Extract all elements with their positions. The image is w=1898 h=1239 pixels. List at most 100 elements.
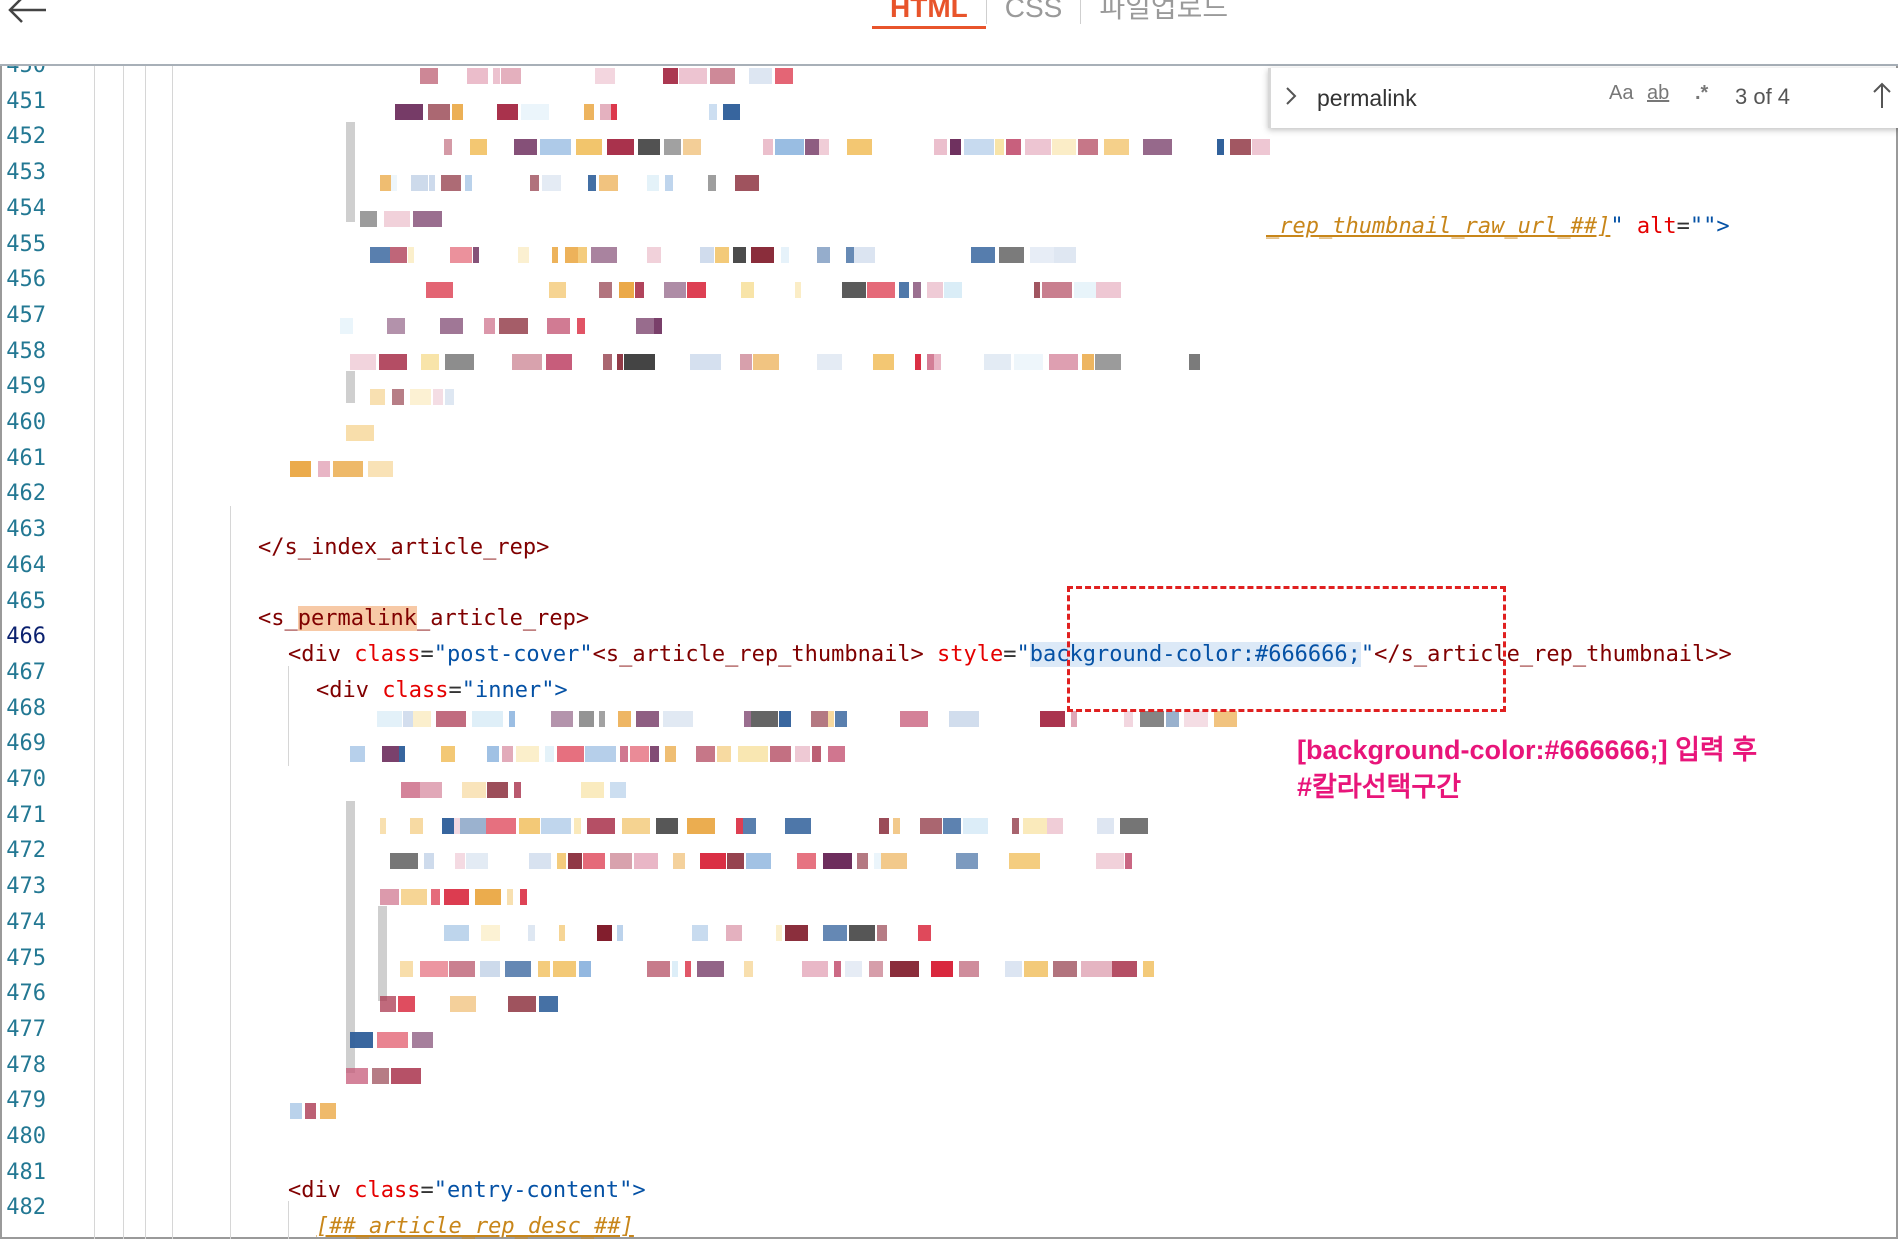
line-number: 466 xyxy=(6,624,46,650)
obscured-code-pixel xyxy=(835,710,847,727)
code-line-463: </s_index_article_rep> xyxy=(258,530,549,566)
obscured-code-pixel xyxy=(512,353,542,370)
obscured-code-pixel xyxy=(350,1031,373,1048)
obscured-code-pixel xyxy=(584,103,594,120)
line-number: 478 xyxy=(6,1052,46,1078)
tag-prefix: <s_ xyxy=(258,606,298,631)
obscured-code-pixel xyxy=(1053,960,1077,977)
obscured-code-pixel xyxy=(583,853,605,870)
arrow-up-icon[interactable] xyxy=(1871,80,1893,110)
obscured-code-pixel xyxy=(867,282,895,299)
obscured-code-pixel xyxy=(507,889,513,906)
obscured-code-pixel xyxy=(927,282,943,299)
obscured-code-pixel xyxy=(672,960,678,977)
tab-html[interactable]: HTML xyxy=(872,0,986,29)
obscured-code-pixel xyxy=(484,317,495,334)
obscured-code-pixel xyxy=(775,68,793,84)
obscured-code-pixel xyxy=(431,889,440,906)
obscured-code-pixel xyxy=(1081,960,1112,977)
obscured-code-pixel xyxy=(1042,282,1072,299)
code-line-482: [##_article_rep_desc_##] xyxy=(316,1209,634,1239)
annotation-line-1: [background-color:#666666;] 입력 후 xyxy=(1297,735,1758,765)
line-number: 470 xyxy=(6,767,46,792)
obscured-code-pixel xyxy=(520,889,527,906)
attribute-name: class xyxy=(382,678,449,703)
div-tag: <div xyxy=(288,642,355,667)
indent-guide xyxy=(172,66,173,1239)
obscured-code-pixel xyxy=(999,246,1024,263)
obscured-code-pixel xyxy=(834,960,841,977)
obscured-code-pixel xyxy=(624,353,655,370)
obscured-code-pixel xyxy=(1120,817,1148,834)
attribute-name: class xyxy=(354,642,421,667)
obscured-code-pixel xyxy=(738,746,768,763)
line-number: 451 xyxy=(6,88,46,114)
indent-guide xyxy=(94,66,95,1239)
arrow-left-icon[interactable] xyxy=(6,0,50,30)
obscured-code-pixel xyxy=(516,746,539,763)
obscured-code-pixel xyxy=(370,389,385,406)
obscured-code-pixel xyxy=(683,139,701,156)
obscured-code-pixel xyxy=(1189,353,1200,370)
obscured-code-pixel xyxy=(795,746,810,763)
obscured-code-pixel xyxy=(934,139,947,156)
obscured-code-pixel xyxy=(390,246,407,263)
indent-guide xyxy=(123,66,124,1239)
line-number: 452 xyxy=(6,124,46,150)
code-line-467: <div class="inner"> xyxy=(316,678,568,703)
obscured-code-pixel xyxy=(823,853,852,870)
obscured-code-pixel xyxy=(591,246,617,263)
obscured-code-pixel xyxy=(466,853,488,870)
line-number: 465 xyxy=(6,588,46,614)
obscured-code-pixel xyxy=(647,175,659,192)
closing-tag: </s_index_article_rep> xyxy=(258,535,550,560)
obscured-code-pixel xyxy=(595,68,615,84)
obscured-code-pixel xyxy=(828,710,834,727)
line-number: 471 xyxy=(6,802,46,828)
annotation-line-2: #칼라선택구간 xyxy=(1297,772,1462,802)
obscured-code-pixel xyxy=(380,889,399,906)
line-number: 454 xyxy=(6,195,46,221)
tab-file-upload[interactable]: 파일업로드 xyxy=(1081,0,1246,24)
obscured-code-pixel xyxy=(845,960,862,977)
obscured-code-pixel xyxy=(442,817,454,834)
obscured-code-pixel xyxy=(1009,853,1040,870)
obscured-code-pixel xyxy=(964,139,994,156)
obscured-code-pixel xyxy=(599,175,618,192)
obscured-code-pixel xyxy=(1054,246,1076,263)
obscured-code-pixel xyxy=(663,68,678,84)
code-editor[interactable]: 450 451 452 453 454 455 456 457 458 459 460 461 462 4… xyxy=(0,66,1898,1239)
obscured-code-pixel xyxy=(290,460,311,477)
whole-word-toggle[interactable]: ab xyxy=(1647,82,1669,105)
obscured-code-pixel xyxy=(770,746,791,763)
obscured-code-pixel xyxy=(665,175,673,192)
obscured-code-pixel xyxy=(812,746,821,763)
line-number: 457 xyxy=(6,302,46,328)
obscured-code-pixel xyxy=(585,746,616,763)
line-number: 477 xyxy=(6,1016,46,1042)
obscured-code-pixel xyxy=(664,282,686,299)
obscured-code-pixel xyxy=(802,960,828,977)
obscured-code-pixel xyxy=(956,853,978,870)
tab-css[interactable]: CSS xyxy=(987,0,1081,24)
line-number: 461 xyxy=(6,445,46,471)
match-case-toggle[interactable]: Aa xyxy=(1609,82,1633,105)
obscured-code-pixel xyxy=(710,68,735,84)
chevron-right-icon[interactable] xyxy=(1281,84,1301,108)
find-input[interactable] xyxy=(1315,78,1739,118)
obscured-code-pixel xyxy=(499,317,528,334)
obscured-code-pixel xyxy=(487,746,499,763)
obscured-code-pixel xyxy=(1030,246,1054,263)
line-number: 473 xyxy=(6,874,46,900)
obscured-code-pixel xyxy=(350,353,376,370)
obscured-code-pixel xyxy=(452,103,463,120)
obscured-code-pixel xyxy=(746,853,771,870)
obscured-code-pixel xyxy=(1040,710,1065,727)
obscured-code-pixel xyxy=(656,817,678,834)
obscured-code-pixel xyxy=(412,1031,433,1048)
obscured-code-pixel xyxy=(599,282,612,299)
obscured-code-pixel xyxy=(408,246,414,263)
regex-toggle[interactable]: .* xyxy=(1695,82,1708,105)
obscured-code-pixel xyxy=(565,246,578,263)
obscured-code-pixel xyxy=(647,246,661,263)
